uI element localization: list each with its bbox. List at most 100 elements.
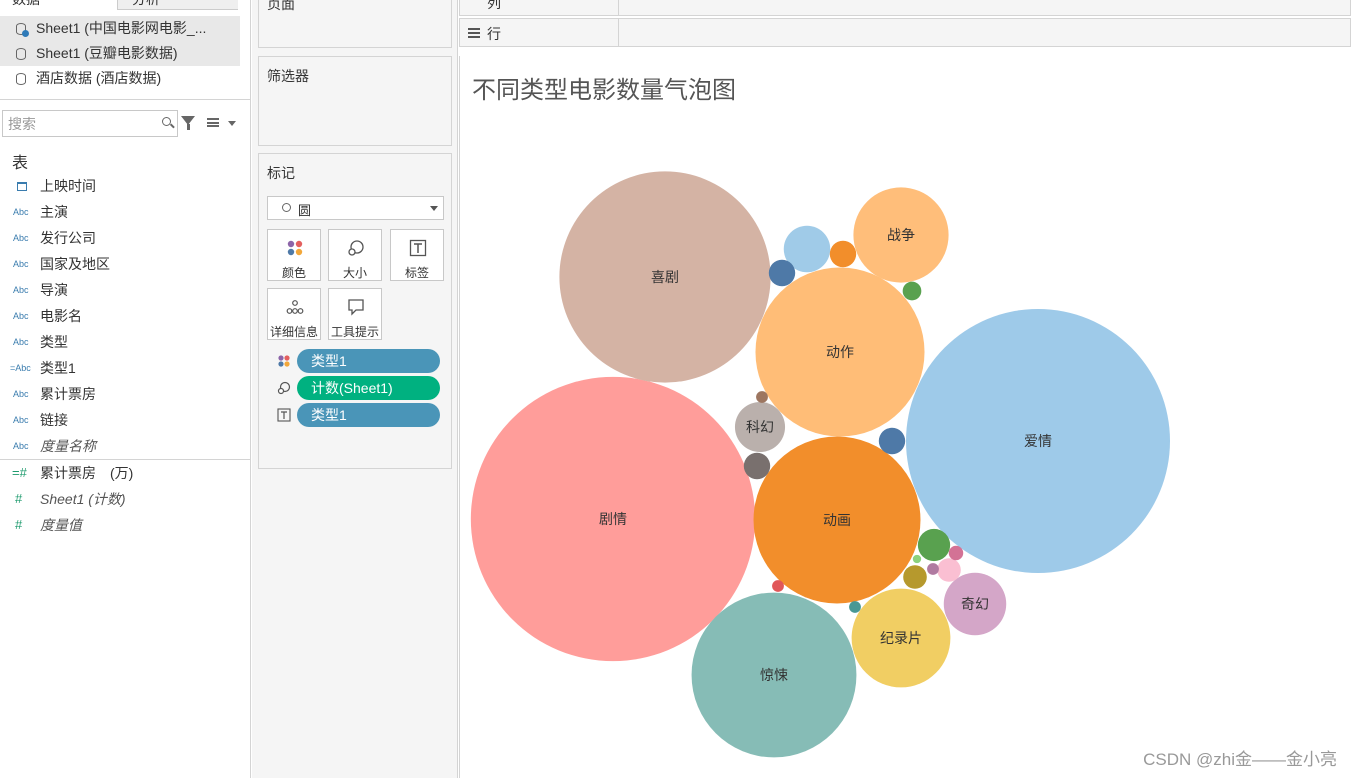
measure-field[interactable]: # Sheet1 (计数): [0, 486, 251, 512]
bubble-mark[interactable]: [937, 558, 961, 582]
field-list: 上映时间 Abc 主演 Abc 发行公司 Abc 国家及地区 Abc 导演 Ab…: [0, 173, 251, 538]
size-pill[interactable]: 计数(Sheet1): [297, 376, 440, 400]
marks-card-title: 标记: [267, 165, 295, 181]
detail-button-label: 详细信息: [269, 325, 318, 339]
tooltip-button[interactable]: 工具提示: [328, 288, 382, 340]
tooltip-bubble-icon: [348, 299, 364, 316]
bubble-mark[interactable]: [829, 240, 857, 268]
field-name: 发行公司: [40, 230, 96, 246]
bubble-mark[interactable]: [849, 601, 861, 613]
rows-shelf[interactable]: 行: [459, 18, 1351, 47]
field-name: 电影名: [40, 308, 82, 324]
dimension-field[interactable]: 上映时间: [0, 173, 251, 199]
rows-icon: [468, 28, 480, 38]
tables-heading: 表: [12, 155, 29, 172]
bubble-mark[interactable]: [912, 554, 922, 564]
field-name: 主演: [40, 204, 68, 220]
data-source-item[interactable]: Sheet1 (豆瓣电影数据): [0, 41, 240, 66]
dimension-field[interactable]: Abc 主演: [0, 199, 251, 225]
field-name: Sheet1 (计数): [40, 491, 126, 507]
label-button[interactable]: 标签: [390, 229, 444, 281]
bubble-mark[interactable]: [756, 391, 768, 403]
field-name: 链接: [40, 412, 68, 428]
data-source-item[interactable]: 酒店数据 (酒店数据): [0, 66, 240, 91]
divider: [618, 19, 619, 46]
measure-field[interactable]: # 度量值: [0, 512, 251, 538]
bubble-mark[interactable]: [772, 580, 784, 592]
database-icon: [16, 73, 26, 85]
search-icon[interactable]: [162, 117, 171, 126]
string-type-icon: Abc: [13, 415, 29, 425]
filter-icon[interactable]: [181, 116, 195, 130]
dimension-field[interactable]: Abc 电影名: [0, 303, 251, 329]
view-list-icon[interactable]: [207, 118, 219, 127]
number-type-icon: #: [15, 491, 23, 506]
string-type-icon: Abc: [13, 337, 29, 347]
string-type-icon: Abc: [13, 441, 29, 451]
color-pill[interactable]: 类型1: [297, 349, 440, 373]
mark-type-select[interactable]: 圆: [267, 196, 444, 220]
chevron-down-icon: [430, 206, 438, 211]
calculated-string-type-icon: =Abc: [10, 363, 31, 373]
bubble-mark[interactable]: [902, 281, 922, 301]
dimension-field[interactable]: =Abc 类型1: [0, 355, 251, 381]
tooltip-button-label: 工具提示: [330, 325, 379, 339]
string-type-icon: Abc: [13, 285, 29, 295]
bubble-mark[interactable]: [743, 452, 771, 480]
color-palette-icon: [278, 355, 290, 367]
size-button[interactable]: 大小: [328, 229, 382, 281]
pages-card-title: 页面: [267, 0, 295, 12]
mark-type-label: 圆: [298, 203, 312, 218]
chevron-down-icon[interactable]: [228, 121, 236, 126]
dimension-field[interactable]: Abc 国家及地区: [0, 251, 251, 277]
size-button-label: 大小: [342, 266, 367, 280]
color-button[interactable]: 颜色: [267, 229, 321, 281]
dimension-field[interactable]: Abc 度量名称: [0, 433, 251, 459]
string-type-icon: Abc: [13, 259, 29, 269]
bubble-label: 战争: [887, 228, 915, 244]
string-type-icon: Abc: [13, 207, 29, 217]
columns-shelf[interactable]: 列: [459, 0, 1351, 16]
bubble-label: 动作: [826, 345, 854, 361]
pages-card[interactable]: 页面: [258, 0, 452, 48]
field-name: 度量名称: [40, 438, 96, 454]
color-palette-icon: [287, 240, 303, 256]
size-icon: [348, 240, 364, 256]
marks-card: 标记 圆 颜色 大小 标签 详细信息 工具提示 类型1 计数(Sheet1) 类…: [258, 153, 452, 469]
bubble-mark[interactable]: [768, 259, 796, 287]
field-name: 累计票房 (万): [40, 465, 134, 481]
field-name: 国家及地区: [40, 256, 110, 272]
dimension-field[interactable]: Abc 累计票房: [0, 381, 251, 407]
filters-card[interactable]: 筛选器: [258, 56, 452, 146]
data-source-item[interactable]: Sheet1 (中国电影网电影_...: [0, 16, 240, 41]
columns-shelf-label: 列: [487, 0, 501, 11]
bubble-mark[interactable]: [917, 528, 951, 562]
text-label-icon: [277, 408, 291, 422]
measure-field[interactable]: =# 累计票房 (万): [0, 460, 251, 486]
dimension-field[interactable]: Abc 链接: [0, 407, 251, 433]
database-icon: [16, 48, 26, 60]
dimension-field[interactable]: Abc 导演: [0, 277, 251, 303]
search-input[interactable]: [3, 111, 153, 136]
tab-data[interactable]: 数据: [0, 0, 118, 10]
bubble-label: 剧情: [599, 512, 627, 528]
bubble-mark[interactable]: [927, 563, 939, 575]
cards-pane: 页面 筛选器 标记 圆 颜色 大小 标签 详细信息 工具提示 类型1 计数(Sh…: [252, 0, 458, 778]
string-type-icon: Abc: [13, 389, 29, 399]
bubble-mark[interactable]: [878, 427, 906, 455]
label-pill[interactable]: 类型1: [297, 403, 440, 427]
bubble-mark[interactable]: [948, 545, 964, 561]
dimension-field[interactable]: Abc 发行公司: [0, 225, 251, 251]
tab-analysis[interactable]: 分析: [118, 0, 238, 10]
dimension-field[interactable]: Abc 类型: [0, 329, 251, 355]
bubble-label: 喜剧: [651, 270, 679, 286]
divider: [0, 99, 251, 100]
bubble-mark[interactable]: [903, 565, 927, 589]
color-button-label: 颜色: [281, 266, 306, 280]
detail-button[interactable]: 详细信息: [267, 288, 321, 340]
string-type-icon: Abc: [13, 233, 29, 243]
number-type-icon: #: [15, 517, 23, 532]
label-button-label: 标签: [404, 266, 429, 280]
bubble-label: 科幻: [746, 420, 774, 436]
bubble-chart: 爱情剧情 喜剧动作动画惊悚 纪录片 战争奇幻 科幻: [470, 171, 1170, 758]
